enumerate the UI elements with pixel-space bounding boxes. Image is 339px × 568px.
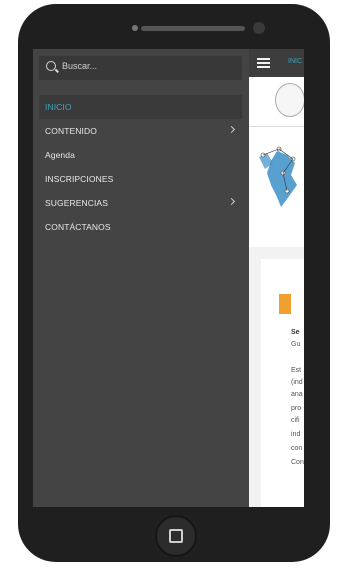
card-line: con xyxy=(291,445,303,452)
screen: INIC Se Gu Est (ind ana pro cifi ind con… xyxy=(33,49,304,507)
menu-item-sugerencias[interactable]: SUGERENCIAS xyxy=(39,191,242,215)
card-subtitle: Gu xyxy=(291,341,301,348)
front-camera xyxy=(253,22,265,34)
card-title: Se xyxy=(291,329,300,336)
header-banner xyxy=(249,77,304,127)
navigation-drawer: Buscar... INICIO CONTENIDO Agenda INSCRI… xyxy=(33,49,249,507)
card-line: pro xyxy=(291,405,302,412)
menu-item-label: INICIO xyxy=(45,102,72,112)
drawer-menu: INICIO CONTENIDO Agenda INSCRIPCIONES SU… xyxy=(39,95,242,239)
menu-item-inicio[interactable]: INICIO xyxy=(39,95,242,119)
chevron-right-icon[interactable] xyxy=(227,197,236,206)
menu-item-contenido[interactable]: CONTENIDO xyxy=(39,119,242,143)
search-input[interactable]: Buscar... xyxy=(62,61,97,71)
top-nav-text[interactable]: INIC xyxy=(288,58,302,65)
menu-item-label: CONTENIDO xyxy=(45,126,97,136)
sensor-dot xyxy=(132,25,138,31)
home-square-icon xyxy=(169,529,183,543)
menu-item-contactanos[interactable]: CONTÁCTANOS xyxy=(39,215,242,239)
menu-item-label: Agenda xyxy=(45,150,75,160)
card-line: Con xyxy=(291,459,304,466)
search-box[interactable]: Buscar... xyxy=(39,56,242,80)
menu-item-inscripciones[interactable]: INSCRIPCIONES xyxy=(39,167,242,191)
menu-item-label: SUGERENCIAS xyxy=(45,198,108,208)
card-line: Est xyxy=(291,367,302,374)
menu-item-label: INSCRIPCIONES xyxy=(45,174,114,184)
page-content: INIC Se Gu Est (ind ana pro cifi ind con… xyxy=(249,49,304,507)
speaker-grille xyxy=(141,26,245,31)
top-bar: INIC xyxy=(249,49,304,77)
card-line: cifi xyxy=(291,417,300,424)
search-icon xyxy=(46,61,56,71)
menu-item-label: CONTÁCTANOS xyxy=(45,222,111,232)
card-line: (ind xyxy=(291,379,303,386)
card-line: ana xyxy=(291,391,303,398)
orange-badge xyxy=(279,294,291,314)
map-section xyxy=(249,127,304,247)
hamburger-menu-icon[interactable] xyxy=(257,58,270,68)
card-line: ind xyxy=(291,431,301,438)
menu-item-agenda[interactable]: Agenda xyxy=(39,143,242,167)
home-button[interactable] xyxy=(155,515,197,557)
chevron-right-icon[interactable] xyxy=(227,125,236,134)
seal-logo xyxy=(275,83,304,117)
network-map-image xyxy=(259,146,297,207)
